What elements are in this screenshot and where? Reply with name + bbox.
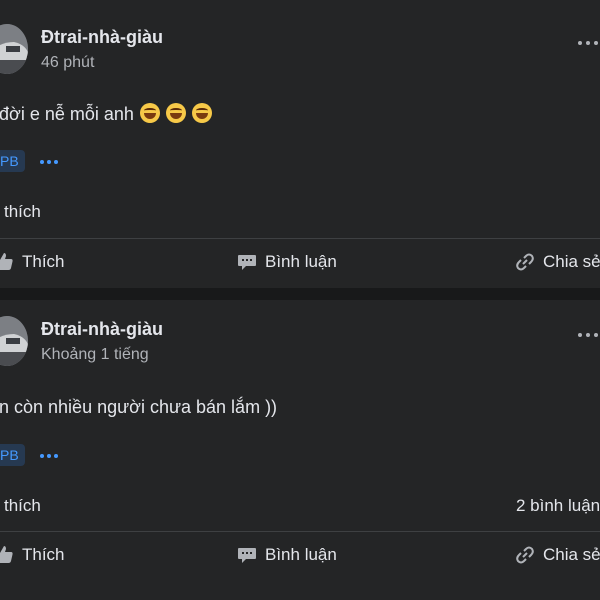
- comments-count[interactable]: 2 bình luận: [516, 496, 600, 516]
- more-dots-icon: [40, 454, 44, 458]
- post-card: Đtrai-nhà-giàu 46 phút đời e nễ mỗi anh …: [0, 0, 600, 288]
- laughing-emoji-icon: [191, 103, 212, 123]
- comment-button[interactable]: Bình luận: [237, 252, 337, 272]
- comment-bubble-icon: [238, 548, 256, 563]
- share-button[interactable]: Chia sẻ: [515, 252, 600, 272]
- thumbs-up-icon: [0, 253, 13, 270]
- comment-label: Bình luận: [265, 252, 337, 271]
- more-dots-icon: [40, 160, 44, 164]
- more-dots-icon: [578, 333, 582, 337]
- post-timestamp[interactable]: Khoảng 1 tiếng: [41, 346, 149, 364]
- post-timestamp[interactable]: 46 phút: [41, 54, 94, 72]
- more-options-button[interactable]: [578, 328, 600, 342]
- post-author-name[interactable]: Đtrai-nhà-giàu: [41, 27, 163, 48]
- post-author-name[interactable]: Đtrai-nhà-giàu: [41, 319, 163, 340]
- laughing-emoji-icon: [139, 103, 160, 123]
- divider: [0, 238, 600, 239]
- more-dots-icon: [578, 41, 582, 45]
- divider: [0, 531, 600, 532]
- group-tag-badge[interactable]: PB: [0, 444, 25, 466]
- post-body: n còn nhiều người chưa bán lắm )): [0, 397, 277, 418]
- share-label: Chia sẻ: [543, 252, 600, 271]
- like-label: Thích: [22, 545, 65, 564]
- like-button[interactable]: Thích: [0, 252, 65, 272]
- share-label: Chia sẻ: [543, 545, 600, 564]
- thumbs-up-icon: [0, 546, 13, 563]
- post-card: Đtrai-nhà-giàu Khoảng 1 tiếng n còn nhiề…: [0, 300, 600, 600]
- tag-more-button[interactable]: [40, 158, 60, 166]
- comment-bubble-icon: [238, 255, 256, 270]
- avatar[interactable]: [0, 24, 28, 74]
- car-avatar-image: [0, 316, 28, 366]
- like-label: Thích: [22, 252, 65, 271]
- car-avatar-image: [0, 24, 28, 74]
- likes-summary[interactable]: thích: [4, 202, 41, 222]
- more-options-button[interactable]: [578, 36, 600, 50]
- laughing-emoji-icon: [165, 103, 186, 123]
- post-body-text: n còn nhiều người chưa bán lắm )): [0, 397, 278, 417]
- comment-button[interactable]: Bình luận: [237, 545, 337, 565]
- chain-link-icon: [516, 546, 534, 564]
- tag-more-button[interactable]: [40, 452, 60, 460]
- likes-summary[interactable]: thích: [4, 496, 41, 516]
- group-tag-badge[interactable]: PB: [0, 150, 25, 172]
- chain-link-icon: [516, 253, 534, 271]
- share-button[interactable]: Chia sẻ: [515, 545, 600, 565]
- comment-label: Bình luận: [265, 545, 337, 564]
- like-button[interactable]: Thích: [0, 545, 65, 565]
- avatar[interactable]: [0, 316, 28, 366]
- post-body: đời e nễ mỗi anh: [0, 103, 212, 125]
- post-body-text: đời e nễ mỗi anh: [0, 104, 134, 124]
